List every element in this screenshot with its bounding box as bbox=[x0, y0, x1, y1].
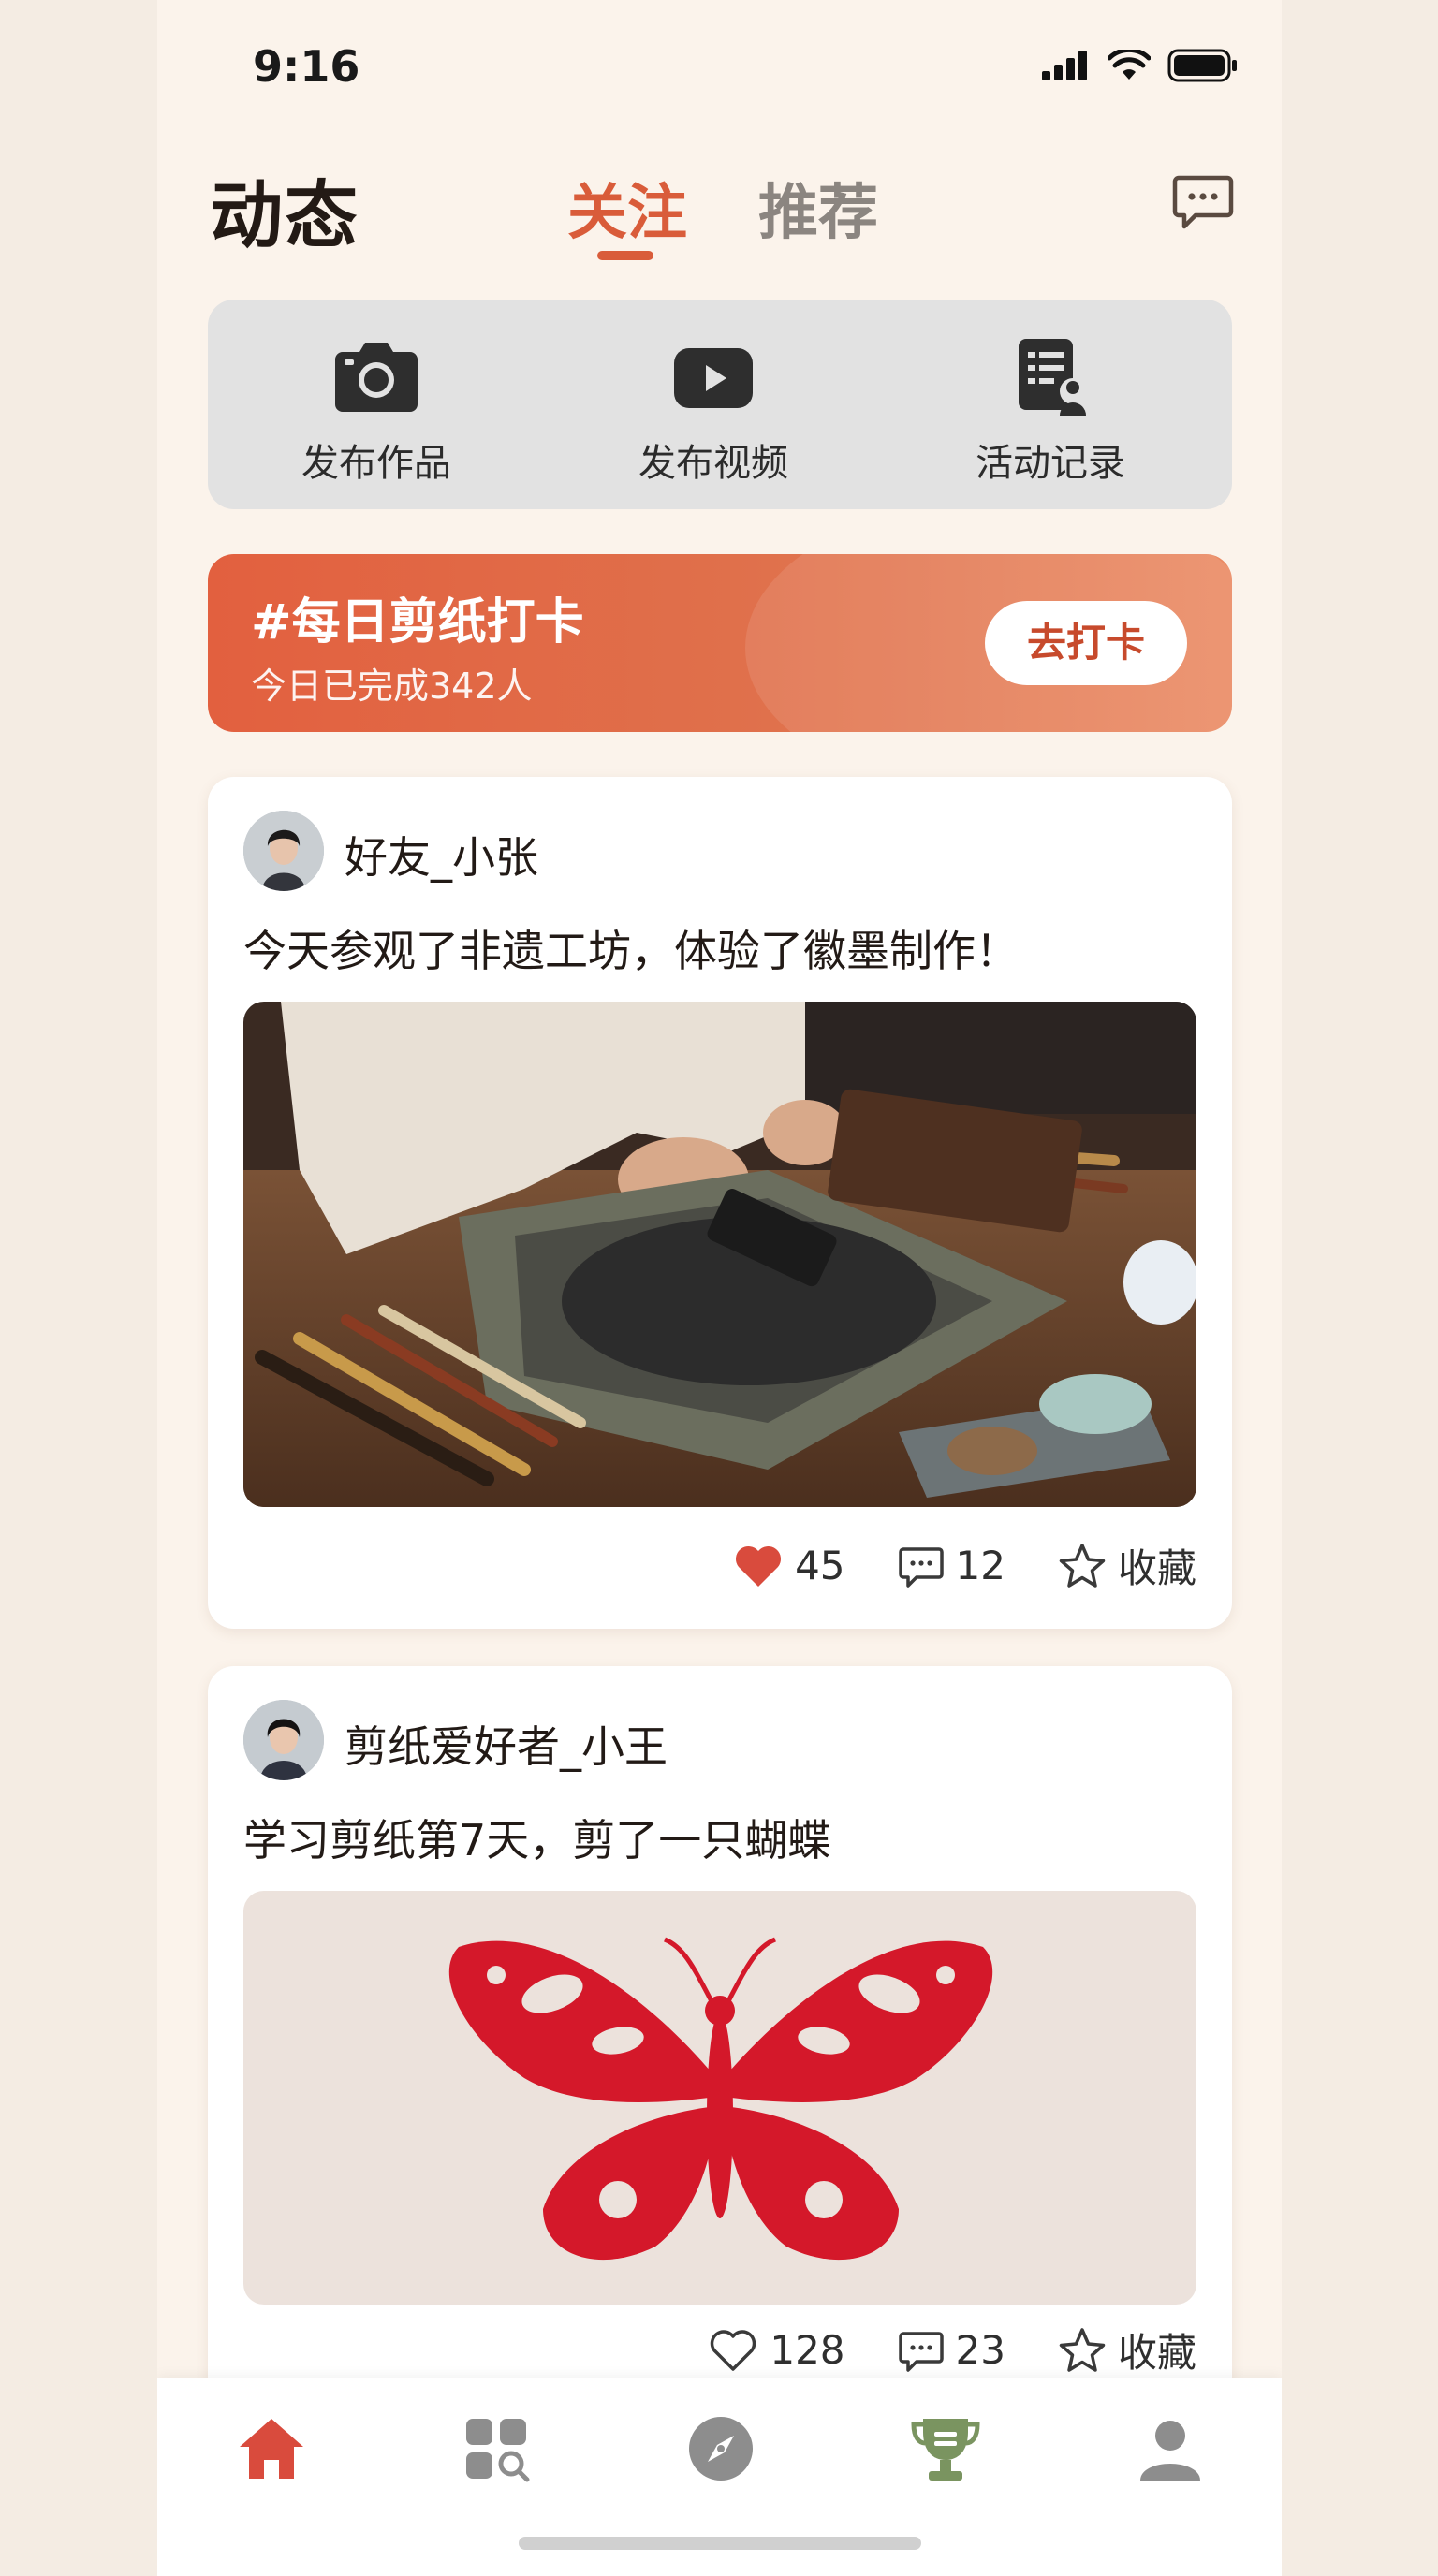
activity-record-label: 活动记录 bbox=[976, 442, 1125, 485]
avatar-image bbox=[243, 1700, 324, 1780]
battery-icon bbox=[1167, 49, 1237, 82]
avatar[interactable] bbox=[243, 811, 324, 891]
status-bar: 9:16 bbox=[157, 0, 1282, 131]
comment-icon bbox=[898, 2331, 944, 2372]
post-actions: 45 12 收藏 bbox=[681, 1537, 1196, 1594]
camera-icon bbox=[335, 343, 418, 412]
profile-icon[interactable] bbox=[1133, 2411, 1208, 2486]
tab-recommend[interactable]: 推荐 bbox=[758, 165, 878, 251]
publish-work-button[interactable]: 发布作品 bbox=[236, 300, 517, 509]
avatar[interactable] bbox=[243, 1700, 324, 1780]
comment-count: 12 bbox=[955, 1543, 1005, 1588]
like-button[interactable]: 128 bbox=[708, 2327, 845, 2373]
heart-filled-icon bbox=[736, 1545, 782, 1587]
post-card[interactable]: 好友_小张 今天参观了非遗工坊，体验了徽墨制作！ 45 12 收藏 bbox=[208, 777, 1232, 1629]
daily-checkin-banner[interactable]: #每日剪纸打卡 今日已完成342人 去打卡 bbox=[208, 554, 1232, 732]
post-author[interactable]: 好友_小张 bbox=[345, 824, 538, 886]
comment-button[interactable]: 12 bbox=[898, 1543, 1005, 1588]
favorite-label: 收藏 bbox=[1117, 2330, 1196, 2376]
activity-record-icon bbox=[1019, 339, 1086, 416]
banner-title: #每日剪纸打卡 bbox=[251, 594, 584, 651]
home-indicator[interactable] bbox=[519, 2537, 921, 2550]
publish-video-label: 发布视频 bbox=[638, 442, 788, 485]
publish-video-button[interactable]: 发布视频 bbox=[573, 300, 854, 509]
app-screen: 9:16 动态 关注 推荐 发布作品 发布视频 活动记录 #每日剪纸打卡 今日已… bbox=[157, 0, 1282, 2576]
status-icons bbox=[1042, 49, 1239, 82]
category-search-icon[interactable] bbox=[459, 2411, 534, 2486]
activity-record-button[interactable]: 活动记录 bbox=[910, 300, 1191, 509]
checkin-button[interactable]: 去打卡 bbox=[985, 601, 1187, 685]
page-title: 动态 bbox=[210, 174, 360, 258]
post-card[interactable]: 剪纸爱好者_小王 学习剪纸第7天，剪了一只蝴蝶 128 23 收藏 bbox=[208, 1666, 1232, 2415]
post-actions: 128 23 收藏 bbox=[655, 2321, 1196, 2378]
star-outline-icon bbox=[1059, 1543, 1106, 1588]
favorite-label: 收藏 bbox=[1117, 1545, 1196, 1591]
comment-count: 23 bbox=[955, 2327, 1005, 2373]
like-button[interactable]: 45 bbox=[733, 1543, 845, 1588]
publish-work-label: 发布作品 bbox=[301, 442, 451, 485]
tab-follow[interactable]: 关注 bbox=[567, 165, 687, 251]
cellular-signal-icon bbox=[1042, 51, 1087, 80]
banner-subtitle: 今日已完成342人 bbox=[251, 666, 533, 707]
play-video-icon bbox=[674, 348, 753, 408]
trophy-icon[interactable] bbox=[908, 2411, 983, 2486]
bottom-tab-bar bbox=[157, 2378, 1282, 2576]
ink-stick-making-photo[interactable] bbox=[243, 1002, 1196, 1507]
avatar-image bbox=[243, 811, 324, 891]
status-time: 9:16 bbox=[253, 41, 360, 92]
heart-outline-icon bbox=[711, 2329, 756, 2371]
favorite-button[interactable]: 收藏 bbox=[1058, 1537, 1196, 1594]
like-count: 128 bbox=[770, 2327, 845, 2373]
red-paper-cut-butterfly-photo[interactable] bbox=[243, 1891, 1196, 2305]
post-text: 今天参观了非遗工坊，体验了徽墨制作！ bbox=[243, 926, 1019, 976]
favorite-button[interactable]: 收藏 bbox=[1058, 2321, 1196, 2378]
post-text: 学习剪纸第7天，剪了一只蝴蝶 bbox=[243, 1815, 831, 1866]
comment-button[interactable]: 23 bbox=[898, 2327, 1005, 2373]
active-tab-indicator bbox=[597, 251, 653, 260]
like-count: 45 bbox=[795, 1543, 845, 1588]
comment-icon bbox=[898, 1546, 944, 1588]
wifi-icon bbox=[1108, 50, 1151, 80]
compass-icon[interactable] bbox=[683, 2411, 758, 2486]
post-author[interactable]: 剪纸爱好者_小王 bbox=[345, 1713, 668, 1775]
star-outline-icon bbox=[1059, 2327, 1106, 2372]
home-icon[interactable] bbox=[234, 2411, 309, 2486]
quick-actions-panel: 发布作品 发布视频 活动记录 bbox=[208, 300, 1232, 509]
chat-bubble-icon[interactable] bbox=[1171, 170, 1235, 234]
